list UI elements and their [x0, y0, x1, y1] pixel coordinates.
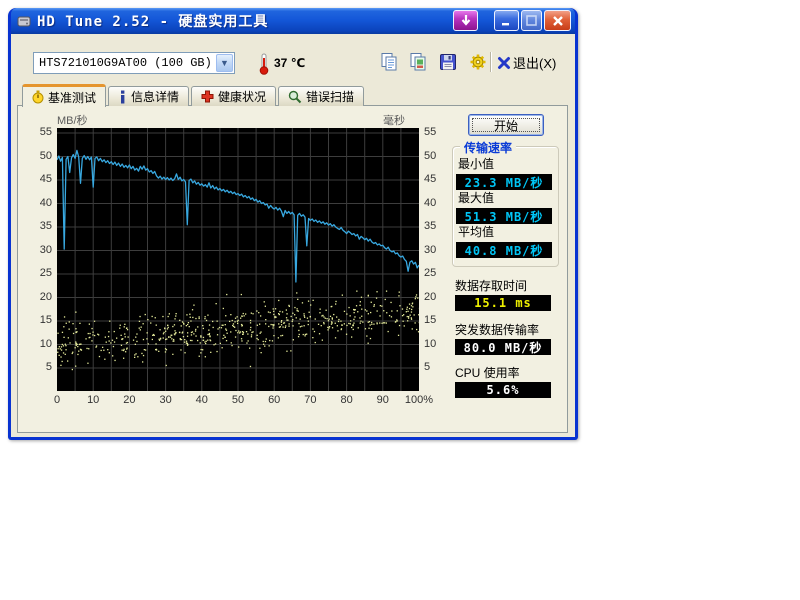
focus-rect [472, 118, 540, 132]
right-axis-unit: 毫秒 [383, 112, 405, 128]
transfer-stat-value: 51.3 MB/秒 [456, 208, 552, 224]
tab-label: 错误扫描 [306, 88, 354, 105]
start-button[interactable]: 开始 [468, 114, 544, 136]
toolbar-separator [490, 52, 491, 72]
transfer-stat-label: 最小值 [458, 155, 494, 172]
x-tick-label: 90 [377, 394, 389, 406]
y-tick-label: 20 [26, 291, 52, 303]
tab-label: 信息详情 [131, 88, 179, 105]
info-icon [118, 90, 127, 104]
options-icon[interactable] [467, 52, 489, 72]
close-button[interactable] [544, 10, 571, 31]
harddisk-icon [16, 13, 32, 29]
y-tick-label: 55 [424, 126, 450, 138]
exit-label: 退出(X) [513, 53, 556, 72]
y-tick-label: 15 [26, 314, 52, 326]
rollup-button[interactable] [453, 10, 478, 31]
y-tick-label: 40 [26, 197, 52, 209]
x-tick-label: 100% [405, 394, 433, 406]
y-tick-label: 25 [26, 267, 52, 279]
x-tick-label: 80 [340, 394, 352, 406]
gauge-icon [32, 90, 44, 104]
y-tick-label: 30 [26, 244, 52, 256]
maximize-button[interactable] [521, 10, 542, 31]
tab-health[interactable]: 健康状况 [191, 86, 276, 106]
tab-label: 健康状况 [218, 88, 266, 105]
chevron-down-icon[interactable]: ▼ [216, 54, 233, 72]
y-tick-label: 5 [26, 361, 52, 373]
burst-rate-label: 突发数据传输率 [455, 321, 539, 338]
x-tick-label: 30 [159, 394, 171, 406]
y-tick-label: 40 [424, 197, 450, 209]
access-time-value: 15.1 ms [455, 295, 551, 311]
hdtune-window: HD Tune 2.52 - 硬盘实用工具 [8, 8, 578, 440]
maximize-icon [526, 15, 537, 26]
y-tick-label: 5 [424, 361, 450, 373]
tab-benchmark[interactable]: 基准测试 [22, 84, 106, 107]
y-tick-label: 10 [26, 338, 52, 350]
copy-image-icon[interactable] [407, 52, 429, 72]
tab-info[interactable]: 信息详情 [108, 86, 189, 106]
left-axis-unit: MB/秒 [57, 112, 88, 128]
y-tick-label: 50 [26, 150, 52, 162]
y-tick-label: 35 [26, 220, 52, 232]
titlebar[interactable]: HD Tune 2.52 - 硬盘实用工具 [11, 8, 575, 34]
x-tick-label: 60 [268, 394, 280, 406]
transfer-rate-group: 传输速率 最小值23.3 MB/秒最大值51.3 MB/秒平均值40.8 MB/… [452, 146, 559, 267]
minimize-icon [501, 15, 513, 27]
y-tick-label: 30 [424, 244, 450, 256]
drive-select[interactable]: HTS721010G9AT00 (100 GB) ▼ [33, 52, 235, 74]
y-tick-label: 35 [424, 220, 450, 232]
burst-rate-value: 80.0 MB/秒 [455, 339, 551, 355]
tab-bar: 基准测试 信息详情 健康状况 错误扫描 [22, 84, 364, 106]
y-tick-label: 45 [26, 173, 52, 185]
close-icon [552, 15, 564, 27]
window-title: HD Tune 2.52 - 硬盘实用工具 [37, 11, 268, 31]
health-cross-icon [201, 90, 214, 103]
drive-select-value: HTS721010G9AT00 (100 GB) [34, 56, 216, 70]
exit-x-icon [497, 56, 511, 70]
cpu-usage-value: 5.6% [455, 382, 551, 398]
transfer-stat-value: 23.3 MB/秒 [456, 174, 552, 190]
exit-button[interactable]: 退出(X) [497, 53, 556, 72]
cpu-usage-label: CPU 使用率 [455, 364, 520, 381]
copy-text-icon[interactable] [378, 52, 400, 72]
y-tick-label: 20 [424, 291, 450, 303]
tab-label: 基准测试 [48, 89, 96, 106]
temperature-value: 37 ℃ [274, 56, 305, 70]
minimize-button[interactable] [494, 10, 519, 31]
client-area: HTS721010G9AT00 (100 GB) ▼ 37 ℃ [11, 34, 575, 437]
tab-error-scan[interactable]: 错误扫描 [278, 86, 364, 106]
x-tick-label: 40 [196, 394, 208, 406]
y-tick-label: 45 [424, 173, 450, 185]
y-tick-label: 55 [26, 126, 52, 138]
x-tick-label: 10 [87, 394, 99, 406]
transfer-stat-value: 40.8 MB/秒 [456, 242, 552, 258]
transfer-rate-group-title: 传输速率 [460, 139, 516, 156]
transfer-stat-label: 最大值 [458, 189, 494, 206]
access-time-label: 数据存取时间 [455, 277, 527, 294]
x-tick-label: 70 [304, 394, 316, 406]
down-arrow-icon [460, 14, 472, 27]
benchmark-plot [57, 128, 419, 391]
x-tick-label: 20 [123, 394, 135, 406]
x-tick-label: 0 [54, 394, 60, 406]
save-icon[interactable] [437, 52, 459, 72]
thermometer-icon [258, 53, 270, 75]
y-tick-label: 50 [424, 150, 450, 162]
magnifier-icon [288, 90, 302, 104]
transfer-stat-label: 平均值 [458, 223, 494, 240]
y-tick-label: 25 [424, 267, 450, 279]
y-tick-label: 10 [424, 338, 450, 350]
y-tick-label: 15 [424, 314, 450, 326]
x-tick-label: 50 [232, 394, 244, 406]
